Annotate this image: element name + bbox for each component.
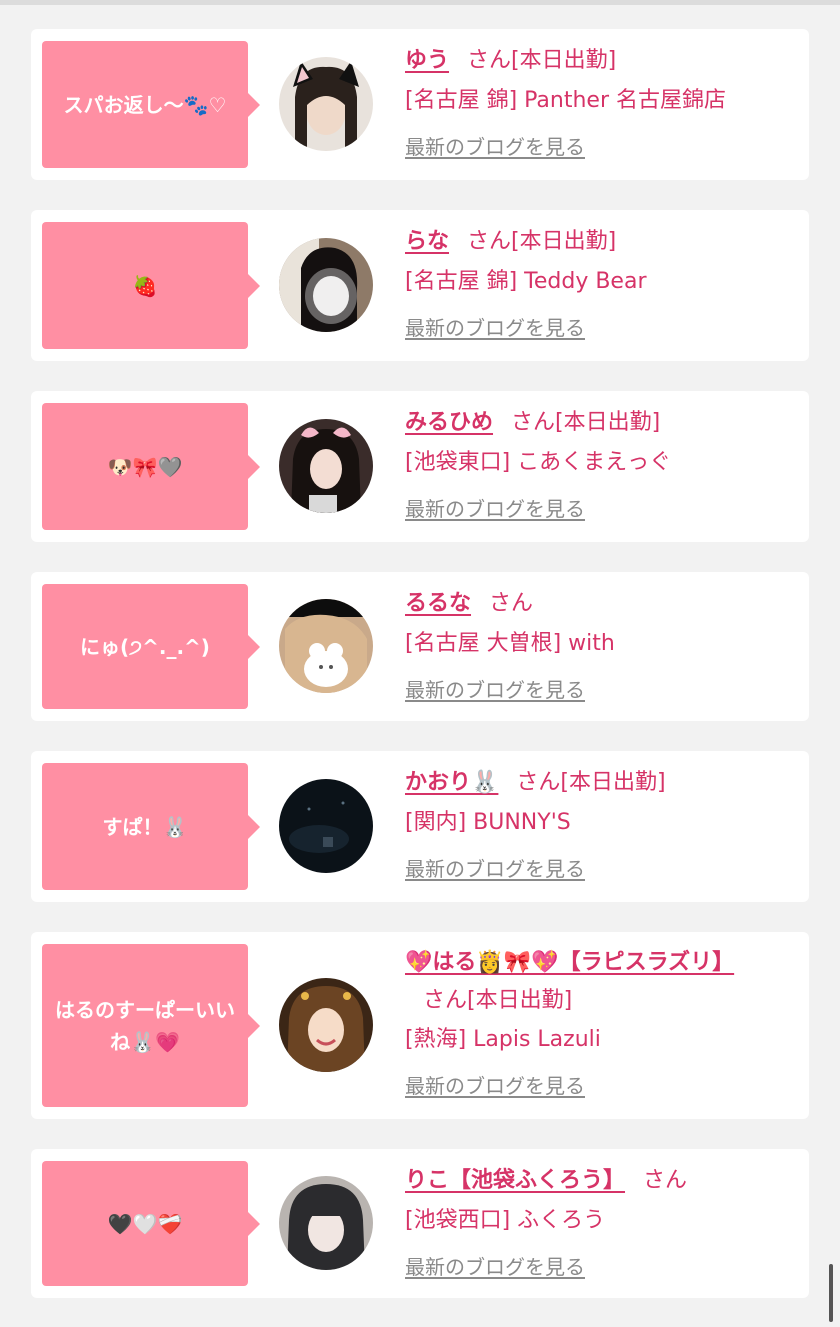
- latest-blog-link[interactable]: 最新のブログを見る: [405, 674, 585, 703]
- girl-name-link[interactable]: みるひめ: [405, 410, 493, 435]
- latest-blog-link[interactable]: 最新のブログを見る: [405, 853, 585, 882]
- message-bubble: 🐶🎀🩶: [42, 403, 260, 530]
- message-text: すぱ！🐰: [102, 814, 188, 839]
- message-text: にゅ(੭^._.^): [80, 634, 210, 659]
- list-item: 🐶🎀🩶 みるひめ さん[本日出勤] [池袋東口] こあくまえっぐ 最新のブログを見…: [31, 391, 809, 542]
- top-divider: [0, 0, 840, 5]
- girl-info: らな さん[本日出勤] [名古屋 錦] Teddy Bear 最新のブログを見る: [405, 222, 799, 341]
- message-bubble: にゅ(੭^._.^): [42, 584, 260, 709]
- girl-info: みるひめ さん[本日出勤] [池袋東口] こあくまえっぐ 最新のブログを見る: [405, 403, 799, 522]
- status-text: さん: [643, 1168, 688, 1193]
- avatar[interactable]: [279, 1176, 373, 1270]
- list-item: すぱ！🐰 かおり🐰 さん[本日出勤] [関内] BUNNY'S 最新のブログを見る: [31, 751, 809, 902]
- girl-info: 💖はる👸🎀💖【ラピスラズリ】さん[本日出勤] [熱海] Lapis Lazuli…: [405, 944, 799, 1099]
- girl-info: ゆう さん[本日出勤] [名古屋 錦] Panther 名古屋錦店 最新のブログを…: [405, 41, 799, 160]
- message-text: 🍓: [132, 273, 158, 298]
- message-text: 🖤🤍❤️‍🩹: [107, 1211, 183, 1236]
- status-text: さん[本日出勤]: [423, 988, 573, 1013]
- avatar[interactable]: [279, 779, 373, 873]
- message-bubble: 🖤🤍❤️‍🩹: [42, 1161, 260, 1286]
- message-text: スパお返し〜🐾♡: [63, 92, 227, 117]
- girl-info: りこ【池袋ふくろう】 さん [池袋西口] ふくろう 最新のブログを見る: [405, 1161, 799, 1280]
- avatar[interactable]: [279, 978, 373, 1072]
- list-item: 🍓 らな さん[本日出勤] [名古屋 錦] Teddy Bear 最新のブログを見…: [31, 210, 809, 361]
- message-bubble: すぱ！🐰: [42, 763, 260, 890]
- girl-name-link[interactable]: りこ【池袋ふくろう】: [405, 1168, 625, 1193]
- girl-name-link[interactable]: かおり🐰: [405, 770, 498, 795]
- status-text: さん: [489, 591, 534, 616]
- avatar[interactable]: [279, 419, 373, 513]
- shop-text: [名古屋 大曽根] with: [405, 631, 615, 656]
- scrollbar[interactable]: [829, 1264, 833, 1322]
- girl-info: るるな さん [名古屋 大曽根] with 最新のブログを見る: [405, 584, 799, 703]
- latest-blog-link[interactable]: 最新のブログを見る: [405, 131, 585, 160]
- latest-blog-link[interactable]: 最新のブログを見る: [405, 312, 585, 341]
- status-text: さん[本日出勤]: [467, 229, 617, 254]
- girl-name-link[interactable]: ゆう: [405, 48, 449, 73]
- shop-text: [名古屋 錦] Teddy Bear: [405, 269, 647, 294]
- girl-name-link[interactable]: るるな: [405, 591, 471, 616]
- shop-text: [関内] BUNNY'S: [405, 810, 571, 835]
- shop-text: [名古屋 錦] Panther 名古屋錦店: [405, 88, 726, 113]
- latest-blog-link[interactable]: 最新のブログを見る: [405, 493, 585, 522]
- avatar[interactable]: [279, 238, 373, 332]
- shop-text: [熱海] Lapis Lazuli: [405, 1027, 601, 1052]
- status-text: さん[本日出勤]: [516, 770, 666, 795]
- shop-text: [池袋東口] こあくまえっぐ: [405, 450, 672, 475]
- message-text: はるのすーぱーいいね🐰💗: [55, 997, 235, 1054]
- avatar[interactable]: [279, 599, 373, 693]
- status-text: さん[本日出勤]: [467, 48, 617, 73]
- latest-blog-link[interactable]: 最新のブログを見る: [405, 1070, 585, 1099]
- status-text: さん[本日出勤]: [511, 410, 661, 435]
- latest-blog-link[interactable]: 最新のブログを見る: [405, 1251, 585, 1280]
- shop-text: [池袋西口] ふくろう: [405, 1208, 606, 1233]
- girl-name-link[interactable]: 💖はる👸🎀💖【ラピスラズリ】: [405, 950, 734, 975]
- girl-name-link[interactable]: らな: [405, 229, 449, 254]
- avatar[interactable]: [279, 57, 373, 151]
- message-bubble: 🍓: [42, 222, 260, 349]
- message-bubble: スパお返し〜🐾♡: [42, 41, 260, 168]
- message-text: 🐶🎀🩶: [107, 454, 183, 479]
- girl-info: かおり🐰 さん[本日出勤] [関内] BUNNY'S 最新のブログを見る: [405, 763, 799, 882]
- list-item: スパお返し〜🐾♡ ゆう さん[本日出勤] [名古屋 錦] Panther 名古屋錦…: [31, 29, 809, 180]
- list-item: 🖤🤍❤️‍🩹 りこ【池袋ふくろう】 さん [池袋西口] ふくろう 最新のブログを見…: [31, 1149, 809, 1298]
- blog-reaction-list: スパお返し〜🐾♡ ゆう さん[本日出勤] [名古屋 錦] Panther 名古屋錦…: [31, 29, 809, 1298]
- list-item: にゅ(੭^._.^) るるな さん [名古屋 大曽根] with 最新のブログを見…: [31, 572, 809, 721]
- list-item: はるのすーぱーいいね🐰💗 💖はる👸🎀💖【ラピスラズリ】さん[本日出勤] [熱海]…: [31, 932, 809, 1119]
- message-bubble: はるのすーぱーいいね🐰💗: [42, 944, 260, 1107]
